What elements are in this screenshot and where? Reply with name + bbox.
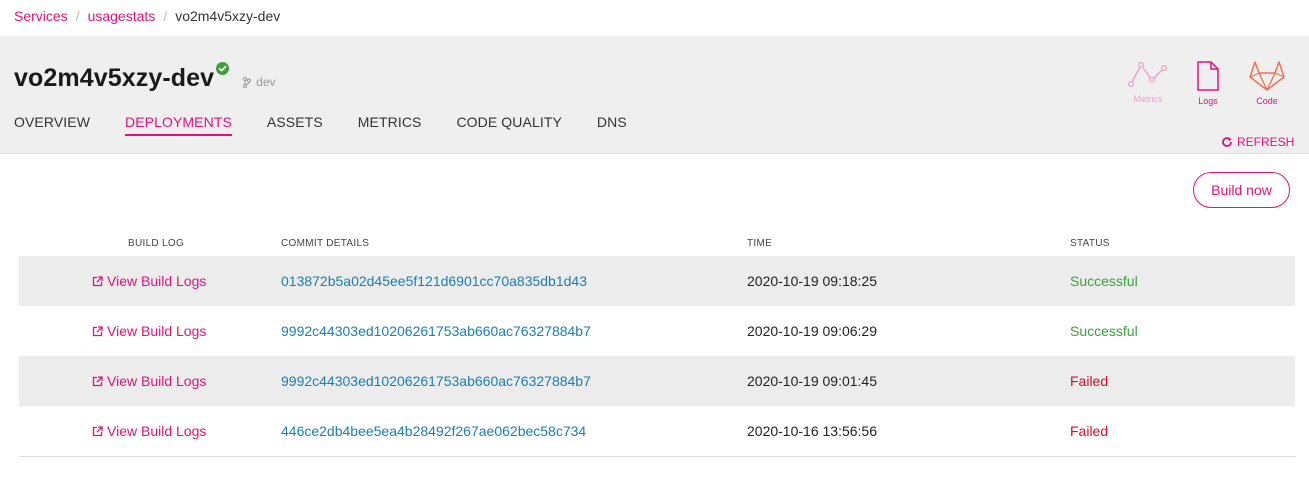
breadcrumb-usagestats[interactable]: usagestats bbox=[88, 8, 156, 24]
gitlab-icon bbox=[1249, 61, 1285, 91]
column-header-build-log: BUILD LOG bbox=[128, 238, 185, 249]
tab-code-quality[interactable]: CODE QUALITY bbox=[456, 114, 561, 136]
metrics-tool-label: Metrics bbox=[1133, 94, 1163, 104]
refresh-icon bbox=[1222, 137, 1232, 147]
view-build-logs-link[interactable]: View Build Logs bbox=[92, 373, 206, 389]
tab-deployments[interactable]: DEPLOYMENTS bbox=[125, 114, 232, 136]
breadcrumb-separator: / bbox=[75, 8, 80, 24]
table-bottom-divider bbox=[19, 456, 1295, 457]
view-build-logs-link[interactable]: View Build Logs bbox=[92, 423, 206, 439]
table-row: View Build Logs 013872b5a02d45ee5f121d69… bbox=[19, 256, 1295, 306]
view-build-logs-link[interactable]: View Build Logs bbox=[92, 273, 206, 289]
column-header-time: TIME bbox=[747, 238, 773, 249]
commit-hash-link[interactable]: 9992c44303ed10206261753ab660ac76327884b7 bbox=[281, 323, 591, 339]
document-icon bbox=[1197, 61, 1219, 91]
branch-name: dev bbox=[256, 75, 276, 89]
table-row: View Build Logs 9992c44303ed10206261753a… bbox=[19, 306, 1295, 356]
external-link-icon bbox=[92, 325, 103, 336]
view-build-logs-label: View Build Logs bbox=[107, 423, 207, 439]
check-circle-icon bbox=[216, 62, 230, 75]
commit-hash-link[interactable]: 013872b5a02d45ee5f121d6901cc70a835db1d43 bbox=[281, 273, 587, 289]
code-tool-label: Code bbox=[1256, 96, 1278, 106]
breadcrumb-services[interactable]: Services bbox=[14, 8, 68, 24]
branch-indicator: dev bbox=[243, 75, 276, 89]
view-build-logs-label: View Build Logs bbox=[107, 373, 207, 389]
commit-hash-link[interactable]: 9992c44303ed10206261753ab660ac76327884b7 bbox=[281, 373, 591, 389]
refresh-button[interactable]: REFRESH bbox=[1221, 135, 1294, 149]
build-time: 2020-10-19 09:01:45 bbox=[747, 373, 877, 389]
page-title: vo2m4v5xzy-dev bbox=[14, 64, 215, 92]
status-badge: Failed bbox=[1070, 423, 1109, 439]
logs-tool-button[interactable]: Logs bbox=[1195, 60, 1221, 106]
tab-dns[interactable]: DNS bbox=[597, 114, 627, 136]
tab-overview[interactable]: OVERVIEW bbox=[14, 114, 90, 136]
metrics-graph-icon bbox=[1128, 61, 1168, 88]
external-link-icon bbox=[92, 275, 103, 286]
view-build-logs-label: View Build Logs bbox=[107, 273, 207, 289]
column-header-commit: COMMIT DETAILS bbox=[281, 238, 370, 249]
refresh-label: REFRESH bbox=[1237, 135, 1295, 149]
breadcrumb-separator: / bbox=[163, 8, 168, 24]
logs-tool-label: Logs bbox=[1198, 96, 1218, 106]
view-build-logs-link[interactable]: View Build Logs bbox=[92, 323, 206, 339]
git-branch-icon bbox=[243, 76, 252, 88]
build-time: 2020-10-16 13:56:56 bbox=[747, 423, 877, 439]
external-link-icon bbox=[92, 425, 103, 436]
tab-assets[interactable]: ASSETS bbox=[267, 114, 323, 136]
commit-hash-link[interactable]: 446ce2db4bee5ea4b28492f267ae062bec58c734 bbox=[281, 423, 586, 439]
external-link-icon bbox=[92, 375, 103, 386]
table-row: View Build Logs 9992c44303ed10206261753a… bbox=[19, 356, 1295, 406]
build-time: 2020-10-19 09:06:29 bbox=[747, 323, 877, 339]
service-header: vo2m4v5xzy-dev dev OVERVIEW DEPLOYMENTS … bbox=[0, 36, 1309, 154]
build-now-button[interactable]: Build now bbox=[1193, 172, 1290, 208]
code-tool-button[interactable]: Code bbox=[1248, 60, 1286, 106]
column-header-status: STATUS bbox=[1070, 238, 1110, 249]
view-build-logs-label: View Build Logs bbox=[107, 323, 207, 339]
table-row: View Build Logs 446ce2db4bee5ea4b28492f2… bbox=[19, 406, 1295, 456]
status-badge: Successful bbox=[1070, 323, 1138, 339]
tab-metrics[interactable]: METRICS bbox=[358, 114, 422, 136]
tab-bar: OVERVIEW DEPLOYMENTS ASSETS METRICS CODE… bbox=[14, 114, 662, 136]
build-time: 2020-10-19 09:18:25 bbox=[747, 273, 877, 289]
breadcrumb: Services / usagestats / vo2m4v5xzy-dev bbox=[14, 8, 280, 24]
status-badge: Successful bbox=[1070, 273, 1138, 289]
metrics-tool-button[interactable]: Metrics bbox=[1128, 60, 1168, 104]
breadcrumb-current: vo2m4v5xzy-dev bbox=[175, 8, 281, 24]
status-badge: Failed bbox=[1070, 373, 1109, 389]
